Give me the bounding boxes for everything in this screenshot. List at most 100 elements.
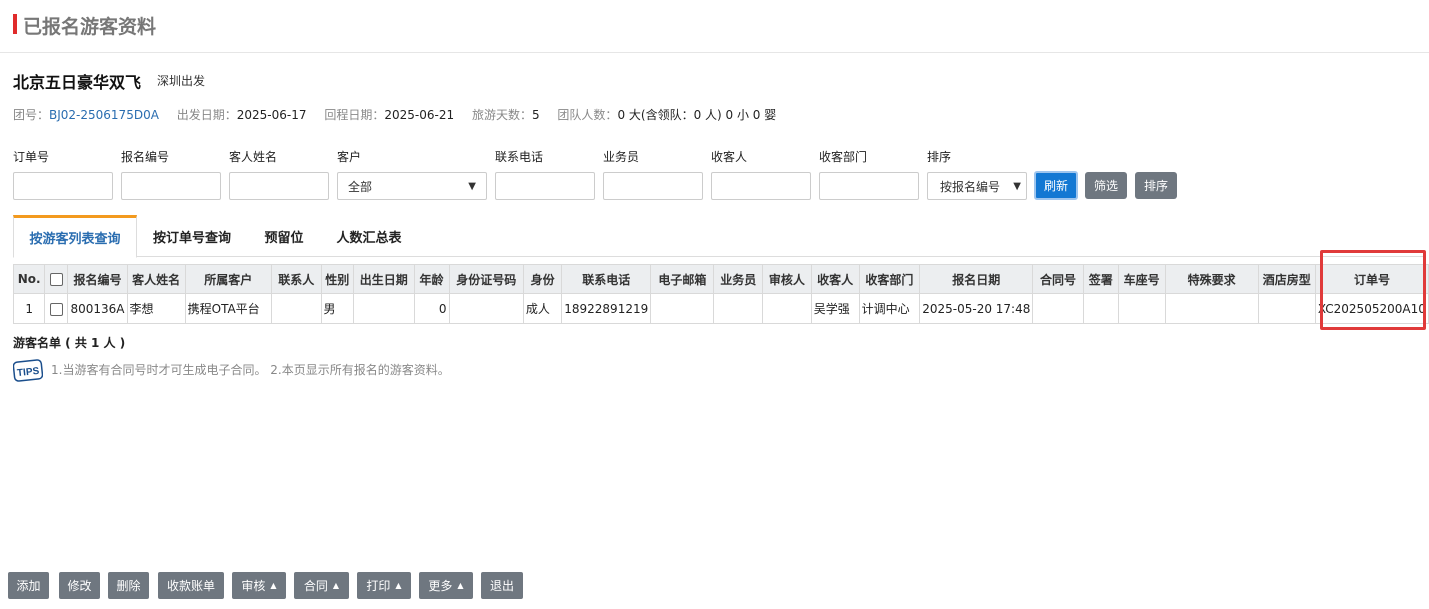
col-special-request: 特殊要求 <box>1164 264 1259 294</box>
sort-select[interactable]: 按报名编号 ▼ <box>927 172 1027 200</box>
chevron-down-icon: ▼ <box>468 180 476 192</box>
cell-receiver: 吴学强 <box>810 293 860 324</box>
col-guest-name: 客人姓名 <box>126 264 186 294</box>
col-signed: 签署 <box>1082 264 1119 294</box>
cell-signup-date: 2025-05-20 17:48 <box>919 293 1034 324</box>
cell-gender: 男 <box>320 293 354 324</box>
cell-birthdate <box>352 293 415 324</box>
cell-signup-no: 800136A <box>67 293 128 324</box>
cell-contract-no <box>1032 293 1084 324</box>
title-accent-bar <box>13 14 17 34</box>
cell-email <box>650 293 715 324</box>
tab-bar: 按游客列表查询 按订单号查询 预留位 人数汇总表 <box>13 215 1425 258</box>
tour-days-label: 旅游天数： <box>471 108 532 122</box>
cell-guest-name: 李想 <box>126 293 186 324</box>
col-reviewer: 审核人 <box>762 264 812 294</box>
customer-select-value: 全部 <box>348 179 373 194</box>
cell-age: 0 <box>413 293 450 324</box>
page-title: 已报名游客资料 <box>23 16 157 38</box>
caret-up-icon: ▲ <box>395 581 402 590</box>
col-birthdate: 出生日期 <box>352 264 415 294</box>
refresh-button[interactable]: 刷新 <box>1034 171 1078 200</box>
signup-no-input[interactable] <box>121 172 221 200</box>
delete-button-label: 删除 <box>116 579 141 593</box>
col-id-number: 身份证号码 <box>448 264 524 294</box>
customer-select[interactable]: 全部 ▼ <box>337 172 487 200</box>
signup-no-label: 报名编号 <box>121 150 170 164</box>
cell-special-request <box>1164 293 1259 324</box>
table-row[interactable]: 1 800136A 李想 携程OTA平台 男 0 成人 18922891219 … <box>12 293 1429 324</box>
tips-icon-text: TIPS <box>17 366 41 379</box>
cell-identity: 成人 <box>522 293 563 324</box>
col-customer: 所属客户 <box>184 264 273 294</box>
edit-button-label: 修改 <box>67 579 92 593</box>
group-no-link[interactable]: BJ02-2506175D0A <box>49 108 159 122</box>
return-date-value: 2025-06-21 <box>384 108 455 122</box>
receiver-dept-label: 收客部门 <box>819 150 868 164</box>
return-date-label: 回程日期： <box>324 108 385 122</box>
col-signup-date: 报名日期 <box>919 264 1034 294</box>
page-header: 已报名游客资料 <box>0 0 1429 53</box>
tab-headcount[interactable]: 人数汇总表 <box>325 215 413 257</box>
col-contact: 联系人 <box>271 264 322 294</box>
cell-reviewer <box>762 293 812 324</box>
salesperson-input[interactable] <box>603 172 703 200</box>
add-button-label: 添加 <box>16 579 41 593</box>
print-button-label: 打印 <box>366 579 391 593</box>
cell-order-no: XC202505200A10 <box>1314 293 1429 324</box>
depart-date-value: 2025-06-17 <box>236 108 307 122</box>
contract-dropdown-button[interactable]: 合同 ▲ <box>294 572 349 599</box>
review-button-label: 审核 <box>241 579 266 593</box>
receiver-input[interactable] <box>711 172 811 200</box>
col-phone: 联系电话 <box>561 264 652 294</box>
cell-room-type <box>1257 293 1316 324</box>
receiver-label: 收客人 <box>711 150 748 164</box>
tour-name: 北京五日豪华双飞 <box>13 73 142 92</box>
row-checkbox[interactable] <box>49 302 63 316</box>
more-button-label: 更多 <box>428 579 453 593</box>
col-receiver: 收客人 <box>810 264 860 294</box>
cell-contact <box>271 293 322 324</box>
guest-table: No. 报名编号 客人姓名 所属客户 联系人 性别 出生日期 年龄 身份证号码 … <box>12 264 1429 324</box>
guest-name-input[interactable] <box>229 172 329 200</box>
col-seat-no: 车座号 <box>1117 264 1166 294</box>
phone-input[interactable] <box>495 172 595 200</box>
sort-select-value: 按报名编号 <box>940 179 1001 194</box>
col-gender: 性别 <box>320 264 354 294</box>
cell-no: 1 <box>12 293 46 324</box>
filter-button[interactable]: 筛选 <box>1085 172 1127 199</box>
add-button[interactable]: 添加 <box>8 572 49 599</box>
review-dropdown-button[interactable]: 审核 ▲ <box>232 572 286 599</box>
tab-guest-list[interactable]: 按游客列表查询 <box>13 215 137 258</box>
more-dropdown-button[interactable]: 更多 ▲ <box>419 572 473 599</box>
edit-button[interactable]: 修改 <box>59 572 100 599</box>
salesperson-label: 业务员 <box>603 150 640 164</box>
print-dropdown-button[interactable]: 打印 ▲ <box>357 572 411 599</box>
col-receiver-dept: 收客部门 <box>858 264 921 294</box>
col-signup-no: 报名编号 <box>67 264 128 294</box>
tour-depart: 深圳出发 <box>157 74 206 88</box>
col-order-no: 订单号 <box>1314 264 1429 294</box>
caret-up-icon: ▲ <box>457 581 464 590</box>
guest-name-label: 客人姓名 <box>229 150 278 164</box>
col-age: 年龄 <box>413 264 450 294</box>
select-all-checkbox[interactable] <box>49 273 63 286</box>
depart-date-label: 出发日期： <box>176 108 237 122</box>
tips-icon: TIPS <box>13 359 43 382</box>
group-size-value: 0 大(含领队：0 人) 0 小 0 婴 <box>617 108 777 122</box>
sort-button[interactable]: 排序 <box>1135 172 1177 199</box>
cell-signed <box>1082 293 1119 324</box>
delete-button[interactable]: 删除 <box>108 572 149 599</box>
tab-order-no[interactable]: 按订单号查询 <box>139 215 245 257</box>
sort-label: 排序 <box>927 150 952 164</box>
exit-button[interactable]: 退出 <box>481 572 523 599</box>
tab-reserved[interactable]: 预留位 <box>253 215 315 257</box>
phone-label: 联系电话 <box>495 150 544 164</box>
cell-select <box>44 293 69 324</box>
payment-bill-button[interactable]: 收款账单 <box>158 572 224 599</box>
receiver-dept-input[interactable] <box>819 172 919 200</box>
payment-bill-button-label: 收款账单 <box>166 579 215 593</box>
customer-label: 客户 <box>337 150 362 164</box>
order-no-input[interactable] <box>13 172 113 200</box>
cell-receiver-dept: 计调中心 <box>858 293 921 324</box>
